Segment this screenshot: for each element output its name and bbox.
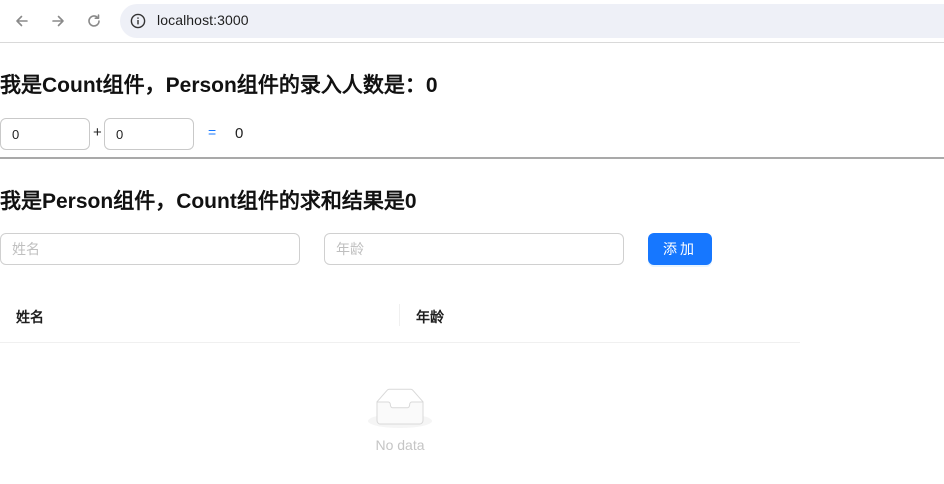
address-bar[interactable]: localhost:3000 [120,4,944,38]
person-title: 我是Person组件，Count组件的求和结果是0 [0,190,417,213]
reload-icon [88,14,100,27]
forward-button[interactable] [45,8,71,34]
empty-inbox-icon [368,388,432,428]
back-button[interactable] [9,8,35,34]
column-header-age: 年龄 [416,309,444,325]
column-header-name: 姓名 [16,309,44,325]
addend-b-input[interactable] [104,118,194,150]
name-input[interactable] [0,233,300,265]
column-separator [399,304,400,326]
empty-text: No data [375,437,425,453]
table-header: 姓名 年龄 [0,288,800,343]
equals-button[interactable]: = [208,124,216,140]
empty-state: No data [0,388,800,453]
age-input[interactable] [324,233,624,265]
forward-arrow-icon [52,15,64,27]
addend-a-input[interactable] [0,118,90,150]
plus-sign: + [93,124,102,141]
url-text: localhost:3000 [157,12,249,28]
person-table: 姓名 年龄 No data [0,288,800,453]
sum-result: 0 [235,125,244,142]
site-info-icon[interactable] [130,13,146,29]
back-arrow-icon [16,15,28,27]
browser-toolbar: localhost:3000 [0,0,944,43]
reload-button[interactable] [81,8,107,34]
section-divider [0,157,944,159]
count-title: 我是Count组件，Person组件的录入人数是：0 [0,74,438,97]
add-button[interactable]: 添加 [648,233,712,265]
